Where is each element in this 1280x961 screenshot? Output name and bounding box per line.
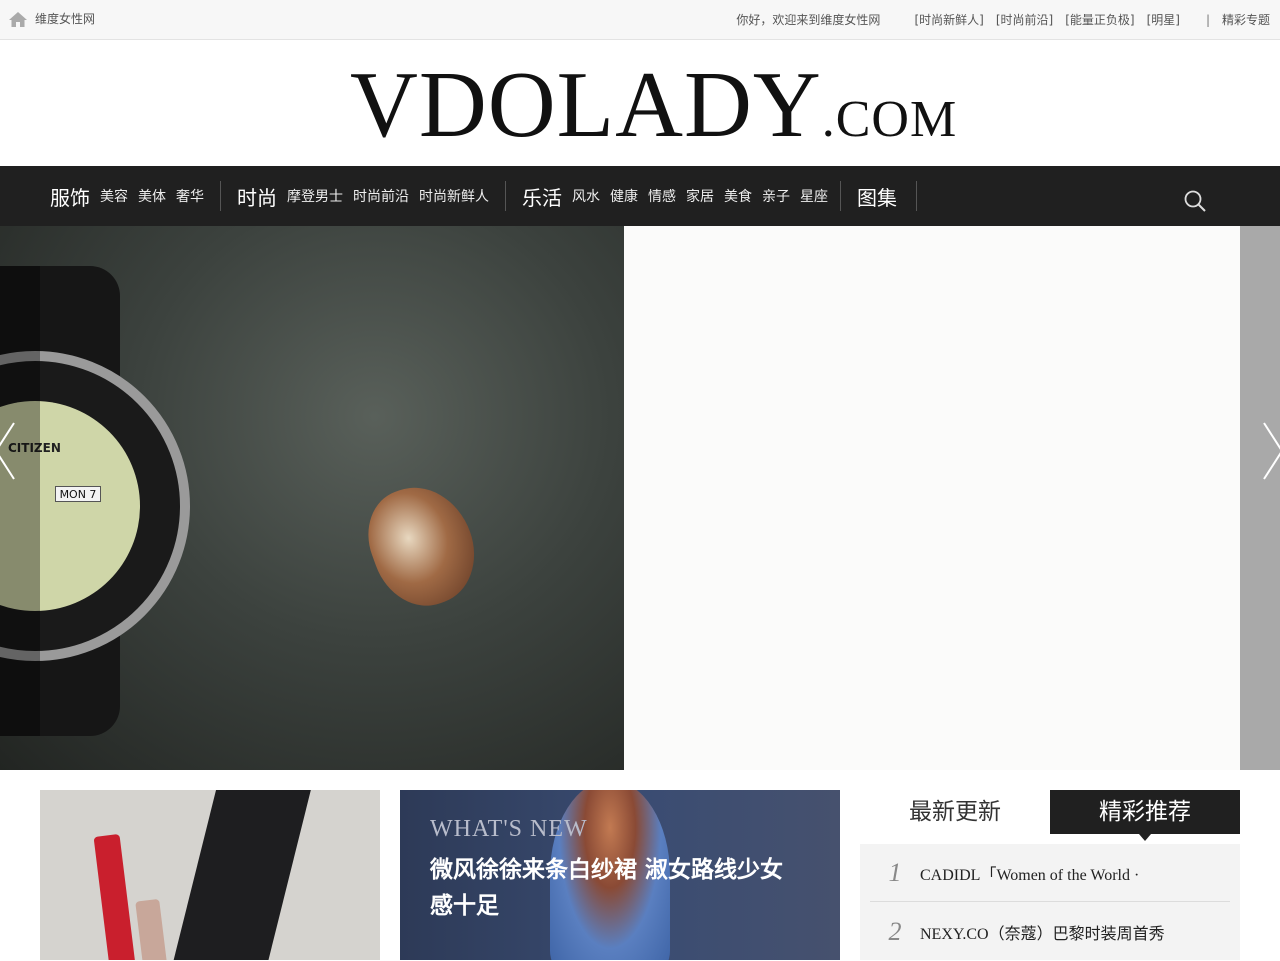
- nav-divider: [220, 181, 221, 211]
- list-item[interactable]: 2 NEXY.CO（奈蔻）巴黎时装周首秀: [870, 903, 1230, 961]
- home-icon: [9, 12, 27, 27]
- nav-health[interactable]: 健康: [610, 186, 638, 206]
- site-name: 维度女性网: [35, 12, 96, 26]
- nav-fengshui[interactable]: 风水: [572, 186, 600, 206]
- list-item-title[interactable]: CADIDL「Women of the World ·: [920, 861, 1230, 885]
- list-item-title[interactable]: NEXY.CO（奈蔻）巴黎时装周首秀: [920, 920, 1230, 944]
- nav-fashion-newcomer[interactable]: 时尚新鲜人: [419, 186, 489, 206]
- tab-featured[interactable]: 精彩推荐: [1050, 790, 1240, 834]
- next-arrow-icon[interactable]: [1250, 421, 1280, 481]
- prev-arrow-icon[interactable]: [0, 421, 32, 481]
- toplink-fashion-newcomer[interactable]: [时尚新鲜人]: [914, 13, 983, 27]
- hero-slider: CITIZEN MON 7: [0, 226, 1280, 770]
- nav-divider: [916, 181, 917, 211]
- nav-luxury[interactable]: 奢华: [176, 186, 204, 206]
- topbar-separator: |: [1205, 13, 1210, 27]
- article-list: 1 CADIDL「Women of the World · 2 NEXY.CO（…: [860, 844, 1240, 960]
- nav-horoscope[interactable]: 星座: [800, 186, 828, 206]
- article-tabs: 最新更新 精彩推荐: [860, 790, 1240, 841]
- feature-card[interactable]: WHAT'S NEW 微风徐徐来条白纱裙 淑女路线少女感十足: [400, 790, 840, 960]
- slide-faded-image[interactable]: [624, 226, 1240, 770]
- nav-group-gallery: 图集: [857, 166, 907, 226]
- feature-tag: WHAT'S NEW: [430, 816, 588, 842]
- tab-latest[interactable]: 最新更新: [860, 790, 1050, 834]
- nav-fashion[interactable]: 时尚: [237, 182, 277, 211]
- logo-suffix: .COM: [821, 91, 958, 148]
- nav-fashion-frontier[interactable]: 时尚前沿: [353, 186, 409, 206]
- feature-title[interactable]: 微风徐徐来条白纱裙 淑女路线少女感十足: [430, 852, 790, 924]
- lipstick-tube: [93, 833, 137, 960]
- nav-emotion[interactable]: 情感: [648, 186, 676, 206]
- nav-group-fashion: 时尚 摩登男士 时尚前沿 时尚新鲜人: [237, 166, 499, 226]
- nav-lohas[interactable]: 乐活: [522, 182, 562, 211]
- welcome-text: 你好，欢迎来到维度女性网: [736, 13, 881, 27]
- lipstick-tube-nude: [135, 898, 169, 960]
- snail-shell: [354, 472, 490, 620]
- site-logo[interactable]: VDOLADY.COM: [350, 58, 956, 152]
- nav-apparel[interactable]: 服饰: [50, 182, 90, 211]
- top-bar: 维度女性网 你好，欢迎来到维度女性网 [时尚新鲜人] [时尚前沿] [能量正负极…: [0, 0, 1280, 40]
- nav-modern-men[interactable]: 摩登男士: [287, 186, 343, 206]
- nav-divider: [840, 181, 841, 211]
- main-nav: 服饰 美容 美体 奢华 时尚 摩登男士 时尚前沿 时尚新鲜人 乐活 风水 健康 …: [0, 166, 1280, 226]
- active-tab-notch: [1139, 834, 1151, 841]
- toplink-fashion-frontier[interactable]: [时尚前沿]: [996, 13, 1053, 27]
- slide-watch-image[interactable]: CITIZEN MON 7: [0, 226, 624, 770]
- nav-beauty[interactable]: 美容: [100, 186, 128, 206]
- nav-food[interactable]: 美食: [724, 186, 752, 206]
- list-item-number: 2: [888, 917, 902, 946]
- nav-parenting[interactable]: 亲子: [762, 186, 790, 206]
- list-item-number: 1: [888, 857, 902, 887]
- slide-edge-shade: [0, 266, 40, 736]
- toplink-stars[interactable]: [明星]: [1147, 13, 1180, 27]
- toplink-energy[interactable]: [能量正负极]: [1065, 13, 1134, 27]
- search-icon[interactable]: [1183, 189, 1207, 213]
- logo-main: VDOLADY: [350, 53, 822, 157]
- list-item[interactable]: 1 CADIDL「Women of the World ·: [870, 844, 1230, 902]
- card-lipstick-image[interactable]: [40, 790, 380, 960]
- toplink-special[interactable]: 精彩专题: [1222, 13, 1270, 27]
- watch-date: MON 7: [55, 486, 101, 502]
- slide-next-edge: [1240, 226, 1280, 770]
- nav-group-apparel: 服饰 美容 美体 奢华: [50, 166, 214, 226]
- nav-divider: [505, 181, 506, 211]
- nav-body[interactable]: 美体: [138, 186, 166, 206]
- home-link[interactable]: 维度女性网: [8, 11, 95, 28]
- nav-home[interactable]: 家居: [686, 186, 714, 206]
- nav-group-lohas: 乐活 风水 健康 情感 家居 美食 亲子 星座: [522, 166, 838, 226]
- lipstick-box: [169, 790, 313, 960]
- nav-gallery[interactable]: 图集: [857, 182, 897, 211]
